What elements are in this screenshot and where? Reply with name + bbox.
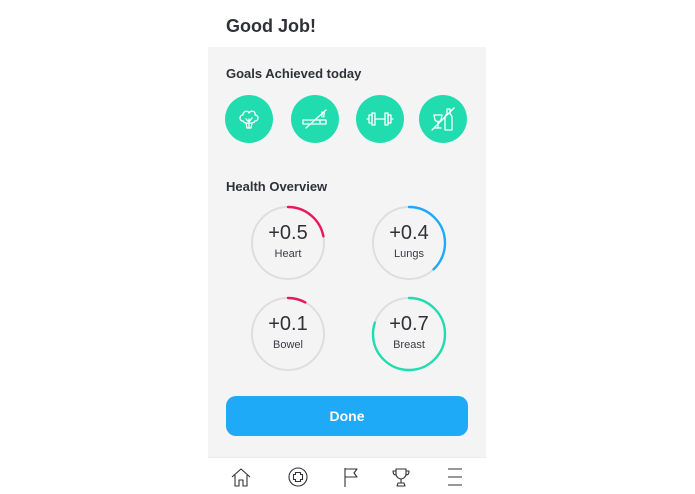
metric-bowel: +0.1 Bowel <box>250 296 326 372</box>
metric-value: +0.4 <box>389 222 429 244</box>
tab-menu[interactable] <box>444 466 466 488</box>
tab-home[interactable] <box>230 466 252 488</box>
page: Good Job! Goals Achieved today Health Ov… <box>0 0 695 494</box>
metric-value: +0.7 <box>389 313 429 335</box>
no-smoking-icon <box>302 109 327 129</box>
trophy-icon <box>392 468 410 487</box>
tab-achievements[interactable] <box>390 466 412 488</box>
metric-lungs: +0.4 Lungs <box>371 205 447 281</box>
goal-no-smoking[interactable] <box>291 95 339 143</box>
summary-panel: Goals Achieved today Health Overview +0.… <box>208 47 486 457</box>
metric-heart: +0.5 Heart <box>250 205 326 281</box>
add-circle-icon <box>288 467 308 487</box>
broccoli-icon <box>239 110 259 129</box>
page-title: Good Job! <box>226 16 316 36</box>
no-alcohol-icon <box>431 107 455 131</box>
metric-breast: +0.7 Breast <box>371 296 447 372</box>
health-section-title: Health Overview <box>226 179 328 194</box>
done-button[interactable]: Done <box>226 396 468 436</box>
tab-add[interactable] <box>287 466 309 488</box>
tab-goals[interactable] <box>340 466 362 488</box>
metric-value: +0.1 <box>268 313 308 335</box>
metric-label: Bowel <box>273 339 303 351</box>
goal-no-alcohol[interactable] <box>419 95 467 143</box>
metric-label: Lungs <box>394 248 424 260</box>
dumbbell-icon <box>366 112 394 126</box>
goals-section-title: Goals Achieved today <box>226 66 362 81</box>
goal-broccoli[interactable] <box>225 95 273 143</box>
metric-label: Heart <box>274 248 302 260</box>
flag-icon <box>344 468 358 487</box>
bottom-tab-bar <box>208 457 486 494</box>
menu-icon <box>448 468 462 486</box>
home-icon <box>231 468 251 487</box>
metric-value: +0.5 <box>268 222 308 244</box>
metric-label: Breast <box>393 339 425 351</box>
goal-exercise[interactable] <box>356 95 404 143</box>
